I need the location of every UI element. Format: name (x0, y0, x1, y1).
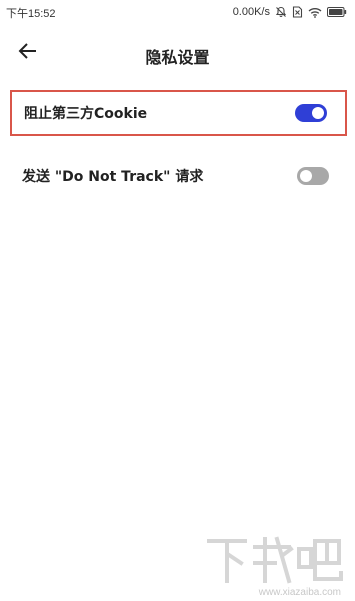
sim-x-icon (292, 6, 303, 18)
setting-row-do-not-track[interactable]: 发送 "Do Not Track" 请求 (10, 153, 347, 199)
toggle-knob (300, 170, 312, 182)
setting-label: 发送 "Do Not Track" 请求 (22, 169, 204, 185)
wifi-icon (308, 7, 322, 18)
setting-label: 阻止第三方Cookie (24, 106, 148, 122)
mute-bell-icon (275, 6, 287, 18)
do-not-track-toggle[interactable] (297, 167, 329, 185)
toggle-knob (312, 107, 324, 119)
setting-row-block-third-party-cookies[interactable]: 阻止第三方Cookie (10, 90, 347, 136)
network-speed: 0.00K/s (232, 6, 270, 18)
block-cookies-toggle[interactable] (295, 104, 327, 122)
battery-icon (327, 7, 347, 17)
status-icons: 0.00K/s (233, 4, 347, 20)
privacy-settings-screen: 下午15:52 0.00K/s 隐私设置 阻止第三方Cookie 发送 "Do … (0, 0, 355, 601)
watermark-url: www.xiazaiba.com (258, 587, 341, 598)
app-header: 隐私设置 (0, 34, 355, 72)
page-title: 隐私设置 (145, 48, 210, 67)
status-bar: 下午15:52 0.00K/s (0, 0, 355, 24)
status-time: 下午15:52 (6, 8, 56, 20)
